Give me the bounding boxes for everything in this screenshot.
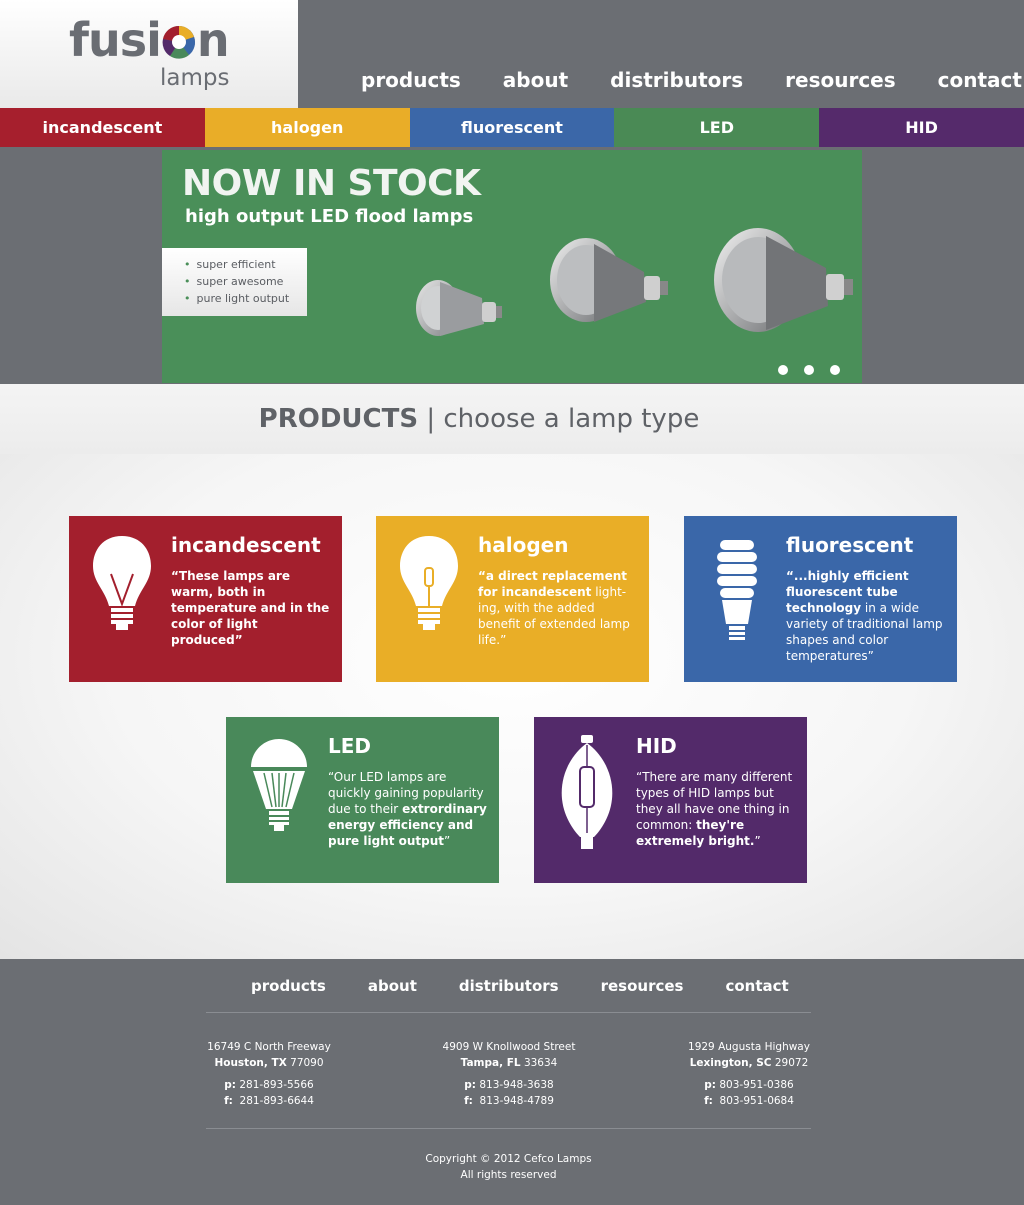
location-phone: 803-951-0386 xyxy=(719,1079,794,1091)
led-flood-lamp-small-image xyxy=(416,280,502,336)
location-city: Houston, TX xyxy=(214,1057,287,1069)
product-card-halogen[interactable]: halogen “a direct replacement for incand… xyxy=(376,516,649,682)
slider-dot[interactable] xyxy=(830,365,840,375)
nav-contact[interactable]: contact xyxy=(917,66,1024,94)
copyright: Copyright © 2012 Cefco Lamps All rights … xyxy=(0,1151,1017,1183)
card-description: “Our LED lamps are quickly gaining popul… xyxy=(328,769,488,849)
products-heading-bold: PRODUCTS xyxy=(258,404,419,434)
fax-label: f: xyxy=(704,1095,713,1107)
type-tab-hid[interactable]: HID xyxy=(819,108,1024,147)
phone-label: p: xyxy=(464,1079,476,1091)
card-description: “a direct replacement for incandescent l… xyxy=(478,568,638,648)
location-fax: 281-893-6644 xyxy=(239,1095,314,1107)
hero-slider[interactable]: NOW IN STOCK high output LED flood lamps… xyxy=(162,150,862,383)
footer-nav-contact[interactable]: contact xyxy=(704,976,809,996)
location-street: 16749 C North Freeway xyxy=(207,1041,331,1053)
logo[interactable]: fusi n lamps xyxy=(0,0,298,108)
footer-location-tampa: 4909 W Knollwood Street Tampa, FL 33634 … xyxy=(414,1039,604,1109)
products-heading-rest: choose a lamp type xyxy=(443,404,700,434)
type-tab-incandescent[interactable]: incandescent xyxy=(0,108,205,147)
led-flood-lamp-large-image xyxy=(714,228,853,332)
location-zip: 33634 xyxy=(523,1057,558,1069)
lamp-type-bar: incandescent halogen fluorescent LED HID xyxy=(0,108,1024,147)
location-phone: 813-948-3638 xyxy=(479,1079,554,1091)
nav-distributors[interactable]: distributors xyxy=(589,66,764,94)
card-description: “There are many different types of HID l… xyxy=(636,769,796,849)
logo-subtitle: lamps xyxy=(160,65,230,91)
card-title: halogen xyxy=(478,533,569,557)
location-zip: 29072 xyxy=(774,1057,809,1069)
slider-dots xyxy=(778,365,840,375)
products-heading-separator: | xyxy=(426,404,436,434)
hero-feature: pure light output xyxy=(184,290,307,307)
type-tab-led[interactable]: LED xyxy=(614,108,820,147)
location-city: Tampa, FL xyxy=(460,1057,521,1069)
phone-label: p: xyxy=(224,1079,236,1091)
footer-location-houston: 16749 C North Freeway Houston, TX 77090 … xyxy=(174,1039,364,1109)
halogen-bulb-icon xyxy=(400,536,458,630)
hero-subtitle: high output LED flood lamps xyxy=(185,206,474,227)
footer-nav-distributors[interactable]: distributors xyxy=(438,976,580,996)
product-card-fluorescent[interactable]: fluorescent “...highly efficient fluores… xyxy=(684,516,957,682)
hero-feature: super awesome xyxy=(184,273,307,290)
card-title: fluorescent xyxy=(786,533,914,557)
slider-dot[interactable] xyxy=(778,365,788,375)
card-title: LED xyxy=(328,734,372,758)
card-description-end: ” xyxy=(444,834,451,848)
fluorescent-spiral-bulb-icon xyxy=(717,540,757,640)
fax-label: f: xyxy=(464,1095,473,1107)
card-title: incandescent xyxy=(171,533,321,557)
hero-feature-list: super efficient super awesome pure light… xyxy=(162,248,307,316)
location-street: 4909 W Knollwood Street xyxy=(442,1041,576,1053)
products-heading-band: PRODUCTS | choose a lamp type xyxy=(0,384,1024,454)
card-description: “These lamps are warm, both in temperatu… xyxy=(171,568,331,648)
header: fusi n lamps products about distributors… xyxy=(0,0,1024,108)
led-bulb-icon xyxy=(251,739,307,831)
product-card-incandescent[interactable]: incandescent “These lamps are warm, both… xyxy=(69,516,342,682)
type-tab-halogen[interactable]: halogen xyxy=(204,108,410,147)
hero-feature: super efficient xyxy=(184,256,307,273)
footer-divider xyxy=(206,1012,811,1013)
location-city: Lexington, SC xyxy=(689,1057,772,1069)
nav-about[interactable]: about xyxy=(482,66,589,94)
footer-nav-resources[interactable]: resources xyxy=(580,976,705,996)
copyright-text: Copyright © 2012 Cefco Lamps xyxy=(425,1153,592,1165)
main-nav: products about distributors resources co… xyxy=(340,66,1024,94)
location-zip: 77090 xyxy=(290,1057,324,1069)
card-title: HID xyxy=(636,734,677,758)
footer-nav: products about distributors resources co… xyxy=(230,976,810,996)
type-tab-fluorescent[interactable]: fluorescent xyxy=(409,108,615,147)
product-card-led[interactable]: LED “Our LED lamps are quickly gaining p… xyxy=(226,717,499,883)
footer: products about distributors resources co… xyxy=(0,959,1024,1205)
location-street: 1929 Augusta Highway xyxy=(688,1041,810,1053)
incandescent-bulb-icon xyxy=(93,536,151,630)
footer-nav-products[interactable]: products xyxy=(230,976,347,996)
logo-text-part2: n xyxy=(196,13,230,67)
phone-label: p: xyxy=(704,1079,716,1091)
hero-title: NOW IN STOCK xyxy=(182,163,481,204)
card-description-text: “These lamps are warm, both in temperatu… xyxy=(171,569,330,647)
hid-bulb-icon xyxy=(561,735,613,849)
card-description-end: ” xyxy=(754,834,761,848)
nav-resources[interactable]: resources xyxy=(764,66,917,94)
logo-wordmark: fusi n xyxy=(69,12,230,68)
logo-text-part1: fusi xyxy=(69,13,162,67)
nav-products[interactable]: products xyxy=(340,66,482,94)
slider-dot[interactable] xyxy=(804,365,814,375)
footer-divider xyxy=(206,1128,811,1129)
product-card-hid[interactable]: HID “There are many different types of H… xyxy=(534,717,807,883)
location-phone: 281-893-5566 xyxy=(239,1079,314,1091)
led-flood-lamp-medium-image xyxy=(550,238,668,322)
color-wheel-icon xyxy=(162,25,195,59)
products-heading: PRODUCTS | choose a lamp type xyxy=(259,403,700,435)
card-description: “...highly efficient fluorescent tube te… xyxy=(786,568,946,664)
footer-nav-about[interactable]: about xyxy=(347,976,438,996)
fax-label: f: xyxy=(224,1095,233,1107)
location-fax: 813-948-4789 xyxy=(479,1095,554,1107)
location-fax: 803-951-0684 xyxy=(719,1095,794,1107)
rights-text: All rights reserved xyxy=(460,1169,557,1181)
footer-location-lexington: 1929 Augusta Highway Lexington, SC 29072… xyxy=(654,1039,844,1109)
